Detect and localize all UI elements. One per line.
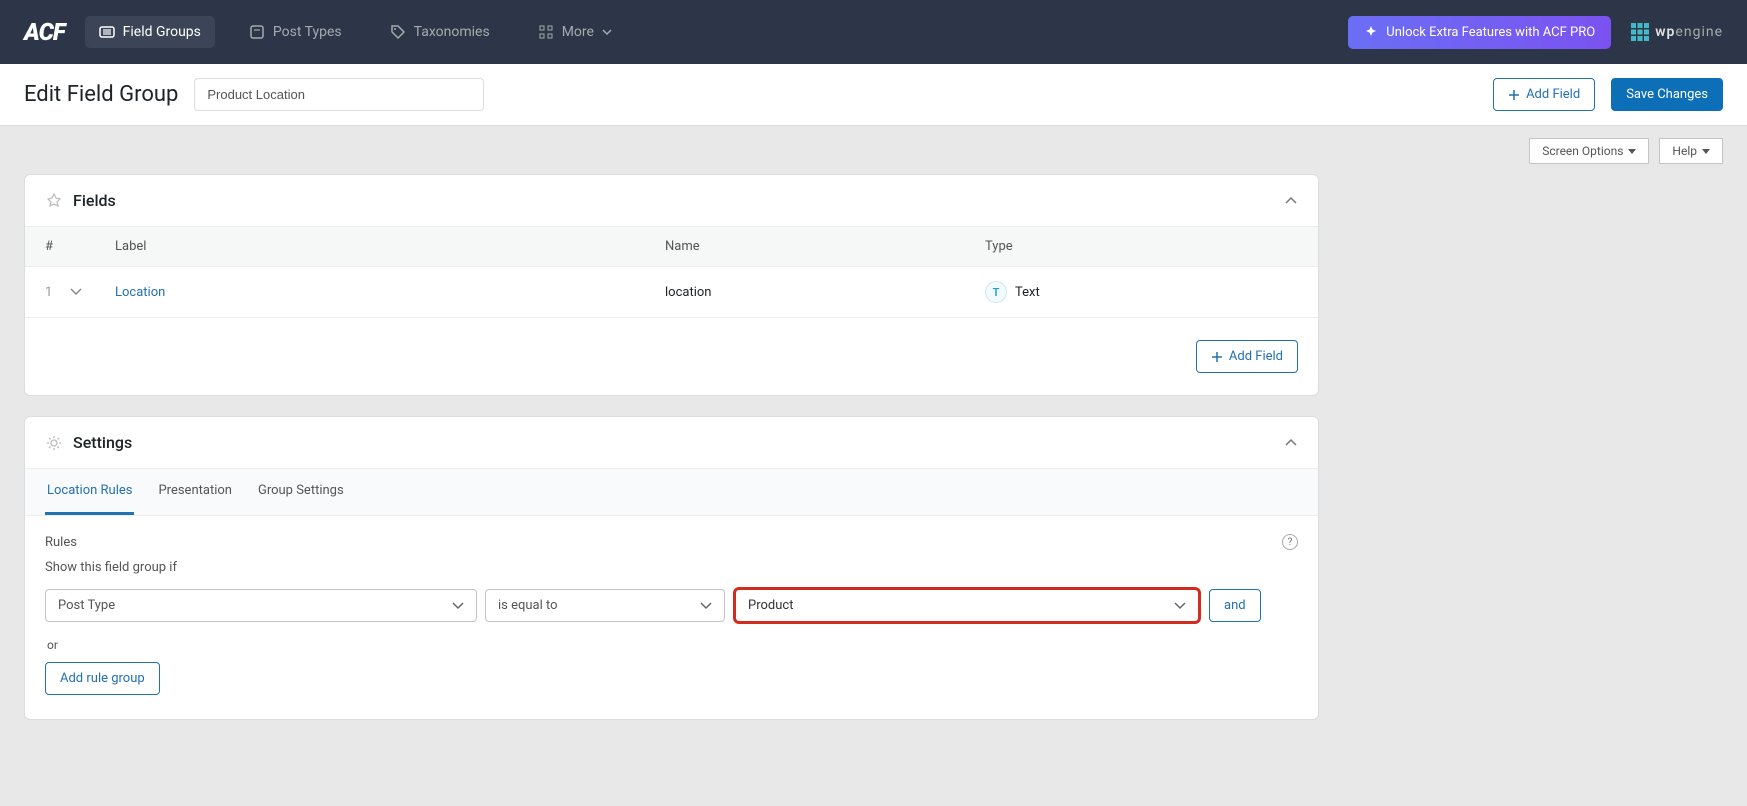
expand-icon[interactable]	[70, 286, 82, 298]
grid-icon	[538, 24, 554, 40]
col-label: Label	[115, 239, 665, 254]
button-label: Add Field	[1229, 349, 1283, 364]
chevron-down-icon	[452, 600, 464, 612]
or-label: or	[47, 638, 1298, 652]
screen-options-button[interactable]: Screen Options	[1529, 138, 1649, 164]
tag-icon	[390, 24, 406, 40]
page-title: Edit Field Group	[24, 82, 178, 107]
sparkle-icon	[1364, 25, 1378, 39]
rules-subtitle: Show this field group if	[45, 560, 1298, 575]
panel-title: Fields	[73, 191, 116, 210]
tab-group-settings[interactable]: Group Settings	[256, 469, 346, 515]
nav-label: More	[562, 24, 594, 40]
topbar: ACF Field Groups Post Types Taxonomies M…	[0, 0, 1747, 64]
settings-icon	[45, 434, 63, 452]
acf-logo: ACF	[24, 18, 65, 46]
secondary-bar: Screen Options Help	[0, 126, 1747, 164]
rule-operator-select[interactable]: is equal to	[485, 589, 725, 622]
save-changes-button[interactable]: Save Changes	[1611, 78, 1723, 111]
button-label: Screen Options	[1542, 144, 1623, 158]
page-header: Edit Field Group Add Field Save Changes	[0, 64, 1747, 126]
field-type-label: Text	[1015, 285, 1040, 300]
fields-icon	[45, 192, 63, 210]
wpengine-logo: wpengine	[1631, 23, 1723, 41]
fields-panel: Fields # Label Name Type 1 Location loca…	[24, 174, 1319, 396]
field-row[interactable]: 1 Location location T Text	[25, 267, 1318, 318]
rule-param-select[interactable]: Post Type	[45, 589, 477, 622]
nav-post-types[interactable]: Post Types	[235, 16, 356, 48]
select-value: Product	[748, 598, 793, 613]
add-field-button[interactable]: Add Field	[1493, 78, 1595, 111]
select-value: Post Type	[58, 598, 115, 613]
wpengine-icon	[1631, 23, 1649, 41]
field-group-title-input[interactable]	[194, 78, 484, 111]
col-name: Name	[665, 239, 985, 254]
nav-label: Field Groups	[123, 24, 201, 40]
collapse-toggle[interactable]	[1284, 436, 1298, 450]
field-type-icon: T	[985, 281, 1007, 303]
help-button[interactable]: Help	[1659, 138, 1723, 164]
button-label: Add rule group	[60, 671, 145, 686]
fields-table-header: # Label Name Type	[25, 226, 1318, 267]
settings-tabs: Location Rules Presentation Group Settin…	[25, 468, 1318, 516]
help-icon[interactable]: ?	[1282, 534, 1298, 550]
chevron-down-icon	[602, 27, 612, 37]
button-label: Add Field	[1526, 87, 1580, 102]
col-number: #	[45, 239, 115, 254]
collapse-toggle[interactable]	[1284, 194, 1298, 208]
tab-presentation[interactable]: Presentation	[156, 469, 234, 515]
row-number: 1	[45, 285, 52, 300]
nav-label: Post Types	[273, 24, 342, 40]
nav-taxonomies[interactable]: Taxonomies	[376, 16, 504, 48]
rule-value-select[interactable]: Product	[733, 587, 1201, 624]
chevron-down-icon	[1174, 600, 1186, 612]
chevron-down-icon	[700, 600, 712, 612]
select-value: is equal to	[498, 598, 558, 613]
and-button[interactable]: and	[1209, 589, 1261, 622]
chevron-down-icon	[1702, 149, 1710, 154]
post-icon	[249, 24, 265, 40]
unlock-label: Unlock Extra Features with ACF PRO	[1386, 25, 1595, 40]
rule-row: Post Type is equal to Product and	[45, 587, 1298, 624]
panel-title: Settings	[73, 433, 132, 452]
button-label: Save Changes	[1626, 87, 1708, 102]
field-label-link[interactable]: Location	[115, 285, 665, 300]
plus-icon	[1508, 89, 1520, 101]
nav-label: Taxonomies	[414, 24, 490, 40]
tab-location-rules[interactable]: Location Rules	[45, 469, 134, 515]
field-name: location	[665, 285, 985, 300]
list-icon	[99, 24, 115, 40]
nav-field-groups[interactable]: Field Groups	[85, 16, 215, 48]
rules-label: Rules	[45, 535, 77, 550]
nav-more[interactable]: More	[524, 16, 626, 48]
col-type: Type	[985, 239, 1298, 254]
button-label: Help	[1672, 144, 1697, 158]
settings-panel: Settings Location Rules Presentation Gro…	[24, 416, 1319, 720]
add-field-button-bottom[interactable]: Add Field	[1196, 340, 1298, 373]
add-rule-group-button[interactable]: Add rule group	[45, 662, 160, 695]
unlock-pro-button[interactable]: Unlock Extra Features with ACF PRO	[1348, 16, 1611, 49]
chevron-down-icon	[1628, 149, 1636, 154]
plus-icon	[1211, 351, 1223, 363]
